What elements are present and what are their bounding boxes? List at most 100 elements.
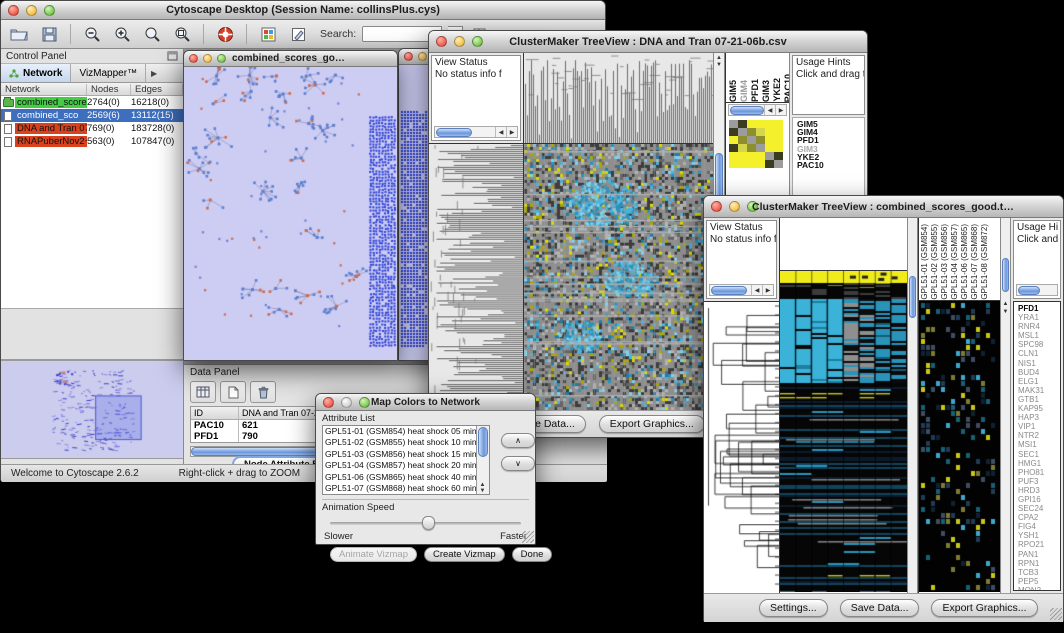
column-label[interactable]: PAC10 [783, 74, 789, 102]
gene-name[interactable]: GTB1 [1018, 395, 1060, 404]
tabs-overflow-button[interactable]: ▶ [146, 64, 162, 82]
save-data-button[interactable]: Save Data... [840, 599, 920, 617]
attribute-list-scrollbar[interactable]: ▲▼ [476, 426, 489, 494]
column-label[interactable]: GIM5 [728, 80, 738, 102]
gene-name[interactable]: NIS1 [1018, 359, 1060, 368]
resize-grip[interactable] [1050, 608, 1062, 620]
annotation-icon[interactable] [286, 23, 310, 45]
tv1-summary-matrix[interactable] [729, 120, 789, 168]
gene-name[interactable]: KAP95 [1018, 404, 1060, 413]
save-session-button[interactable] [37, 23, 61, 45]
gene-name[interactable]: PAC10 [797, 161, 864, 169]
gene-name[interactable]: PFD1 [1018, 304, 1060, 313]
scroll-arrows[interactable]: ▲▼ [1001, 300, 1010, 316]
animation-speed-slider[interactable] [330, 515, 521, 531]
dialog-titlebar[interactable]: Map Colors to Network [316, 394, 535, 411]
close-button[interactable] [404, 52, 413, 61]
column-id[interactable]: ID [191, 407, 239, 419]
animate-vizmap-button[interactable]: Animate Vizmap [330, 547, 417, 562]
column-label[interactable]: GPL51-03 (GSM856) [940, 224, 950, 300]
gene-name[interactable]: HMG1 [1018, 459, 1060, 468]
gene-name[interactable]: YRA1 [1018, 313, 1060, 322]
tab-vizmapper[interactable]: VizMapper™ [71, 64, 146, 82]
main-titlebar[interactable]: Cytoscape Desktop (Session Name: collins… [1, 1, 605, 20]
gene-name[interactable]: BUD4 [1018, 368, 1060, 377]
scroll-left-button[interactable]: ◀ [751, 285, 762, 295]
gene-name[interactable]: YSH1 [1018, 531, 1060, 540]
scrollbar-thumb[interactable] [909, 276, 916, 318]
minimize-button[interactable] [418, 52, 427, 61]
gene-name[interactable]: MSI1 [1018, 440, 1060, 449]
scrollbar-thumb[interactable] [730, 106, 764, 115]
scroll-left-button[interactable]: ◀ [764, 105, 775, 115]
column-label[interactable]: GPL51-08 (GSM872) [980, 224, 990, 300]
gene-name[interactable]: FIG4 [1018, 522, 1060, 531]
scroll-left-button[interactable]: ◀ [495, 127, 506, 137]
gene-name[interactable]: ELG1 [1018, 377, 1060, 386]
gene-name[interactable]: PHO81 [1018, 468, 1060, 477]
tab-network[interactable]: Network [1, 64, 71, 82]
view-status-scrollbar[interactable]: ◀▶ [434, 126, 518, 138]
resize-grip[interactable] [522, 531, 534, 543]
network-view-titlebar[interactable]: combined_scores_good.txt--cluste... [184, 51, 397, 67]
help-icon[interactable] [213, 23, 237, 45]
birdseye-canvas[interactable] [1, 361, 183, 458]
gene-name[interactable]: SEC24 [1018, 504, 1060, 513]
move-down-button[interactable]: ∨ [501, 456, 535, 471]
birdseye-view[interactable] [1, 359, 183, 459]
gene-name[interactable]: HAP3 [1018, 413, 1060, 422]
column-label[interactable]: GPL51-07 (GSM868) [970, 224, 980, 300]
gene-name[interactable]: GPI16 [1018, 495, 1060, 504]
scrollbar-thumb[interactable] [478, 427, 488, 457]
open-session-button[interactable] [7, 23, 31, 45]
gene-name[interactable]: CLN1 [1018, 349, 1060, 358]
export-graphics-button[interactable]: Export Graphics... [599, 415, 705, 433]
tv2-detail-heatmap-canvas[interactable] [919, 301, 1000, 592]
scroll-right-button[interactable]: ▶ [775, 105, 786, 115]
done-button[interactable]: Done [512, 547, 553, 562]
tv1-column-dendrogram-canvas[interactable] [524, 53, 713, 143]
new-attribute-icon[interactable] [220, 381, 246, 403]
gene-name[interactable]: RPN1 [1018, 559, 1060, 568]
select-attributes-icon[interactable] [190, 381, 216, 403]
tv1-heatmap-canvas[interactable] [524, 143, 713, 410]
column-label[interactable]: GIM4 [739, 80, 749, 102]
attribute-item[interactable]: GPL51-04 (GSM857) heat shock 20 min [323, 460, 489, 471]
usage-hints-scrollbar[interactable] [1016, 284, 1058, 296]
tv1-summary-scrollbar[interactable]: ◀▶ [728, 104, 787, 116]
view-status-scrollbar[interactable]: ◀▶ [709, 284, 774, 296]
gene-name[interactable]: PEP5 [1018, 577, 1060, 586]
attribute-item[interactable]: GPL51-02 (GSM855) heat shock 10 min [323, 437, 489, 448]
settings-button[interactable]: Settings... [759, 599, 828, 617]
gene-name[interactable]: RNR4 [1018, 322, 1060, 331]
tv1-row-dendrogram-canvas[interactable] [429, 143, 523, 410]
column-label[interactable]: GPL51-02 (GSM855) [930, 224, 940, 300]
vizmapper-icon[interactable] [256, 23, 280, 45]
gene-name[interactable]: PAN1 [1018, 550, 1060, 559]
column-nodes[interactable]: Nodes [87, 84, 131, 95]
attribute-item[interactable]: GPL51-01 (GSM854) heat shock 05 min [323, 426, 489, 437]
scroll-right-button[interactable]: ▶ [762, 285, 773, 295]
column-network[interactable]: Network [1, 84, 87, 95]
scroll-arrows[interactable]: ▲▼ [476, 482, 489, 494]
delete-attribute-icon[interactable] [250, 381, 276, 403]
zoom-selected-button[interactable] [170, 23, 194, 45]
float-panel-icon[interactable] [167, 51, 178, 61]
column-edges[interactable]: Edges [131, 84, 183, 95]
zoom-fit-button[interactable] [140, 23, 164, 45]
gene-name[interactable]: SEC1 [1018, 450, 1060, 459]
scrollbar-thumb[interactable] [711, 286, 747, 295]
tv2-vertical-scrollbar[interactable] [907, 218, 918, 593]
column-label[interactable]: PFD1 [750, 79, 760, 102]
column-label[interactable]: GIM3 [761, 80, 771, 102]
network-graph-canvas[interactable] [184, 67, 397, 360]
tv2-row-dendrogram-canvas[interactable] [704, 301, 779, 593]
network-list-row[interactable]: RNAPuberNov2+! 563(0) 107847(0) [1, 135, 183, 148]
network-list-row[interactable]: DNA and Tran 07 769(0) 183728(0) [1, 122, 183, 135]
treeview1-titlebar[interactable]: ClusterMaker TreeView : DNA and Tran 07-… [429, 31, 867, 53]
column-label[interactable]: GPL51-04 (GSM857) [950, 224, 960, 300]
tv2-heatmap-canvas[interactable] [780, 271, 907, 592]
scrollbar-thumb[interactable] [436, 128, 472, 137]
gene-name[interactable]: MAK31 [1018, 386, 1060, 395]
zoom-out-button[interactable] [80, 23, 104, 45]
